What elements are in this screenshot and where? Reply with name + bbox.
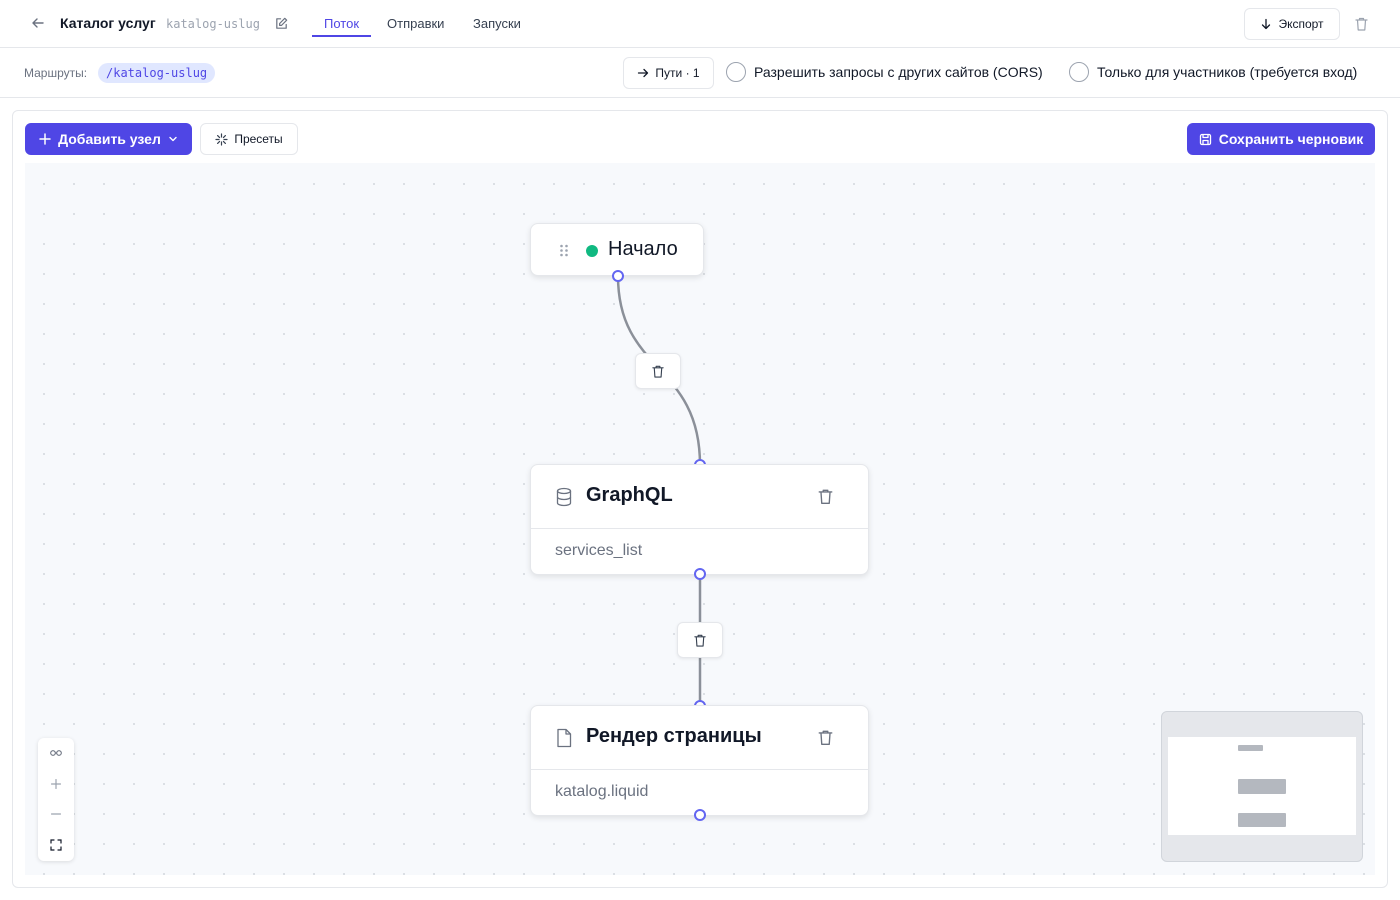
- edit-icon[interactable]: [274, 16, 289, 31]
- graphql-node-header: GraphQL: [531, 465, 868, 529]
- members-label: Только для участников (требуется вход): [1097, 64, 1358, 80]
- trash-icon: [694, 634, 706, 647]
- start-node[interactable]: Начало: [530, 223, 704, 276]
- render-node-title: Рендер страницы: [586, 725, 762, 747]
- paths-button[interactable]: Пути · 1: [623, 57, 714, 89]
- tab-runs[interactable]: Запуски: [473, 16, 521, 31]
- members-checkbox-box[interactable]: [1069, 62, 1089, 82]
- back-arrow-icon[interactable]: [30, 15, 46, 31]
- database-icon: [556, 487, 572, 507]
- minimap-start-node: [1238, 745, 1263, 751]
- zoom-in-button[interactable]: [38, 769, 74, 799]
- graphql-output-handle[interactable]: [694, 568, 706, 580]
- zoom-out-button[interactable]: [38, 799, 74, 829]
- arrow-down-icon: [1262, 18, 1271, 30]
- render-page-node[interactable]: Рендер страницы katalog.liquid: [530, 705, 869, 816]
- active-tab-indicator: [312, 35, 371, 37]
- graphql-node-title: GraphQL: [586, 484, 673, 506]
- flow-canvas[interactable]: Начало GraphQL services_list Рендер стра…: [25, 163, 1375, 875]
- delete-flow-icon[interactable]: [1354, 16, 1369, 32]
- add-node-button[interactable]: Добавить узел: [25, 123, 192, 155]
- export-label: Экспорт: [1278, 17, 1324, 31]
- flow-slug: katalog-uslug: [166, 17, 260, 31]
- members-only-checkbox[interactable]: Только для участников (требуется вход): [1069, 62, 1357, 82]
- chevron-down-icon: [169, 136, 177, 142]
- trash-icon: [652, 365, 664, 378]
- render-node-header: Рендер страницы: [531, 706, 868, 770]
- cors-label: Разрешить запросы с других сайтов (CORS): [754, 64, 1043, 80]
- link-icon: [50, 750, 62, 756]
- start-output-handle[interactable]: [612, 270, 624, 282]
- minimap[interactable]: [1161, 711, 1363, 862]
- cors-checkbox-box[interactable]: [726, 62, 746, 82]
- canvas-controls: [38, 738, 74, 861]
- toggle-interactivity-button[interactable]: [38, 738, 74, 768]
- routes-label: Маршруты:: [24, 66, 88, 80]
- arrow-right-icon: [638, 68, 649, 78]
- save-icon: [1199, 133, 1211, 145]
- drag-handle-icon[interactable]: [559, 244, 569, 257]
- minimap-graphql-node: [1238, 779, 1286, 794]
- tab-submissions[interactable]: Отправки: [387, 16, 444, 31]
- fullscreen-icon: [50, 839, 62, 851]
- paths-label: Пути · 1: [655, 66, 700, 80]
- graphql-node[interactable]: GraphQL services_list: [530, 464, 869, 575]
- render-node-template: katalog.liquid: [555, 783, 649, 800]
- graphql-node-query: services_list: [555, 542, 643, 559]
- status-dot: [586, 245, 598, 257]
- route-chip[interactable]: /katalog-uslug: [98, 63, 216, 83]
- delete-node-icon[interactable]: [817, 728, 834, 747]
- plus-icon: [39, 133, 51, 145]
- presets-label: Пресеты: [234, 132, 283, 146]
- routes-bar: Маршруты: /katalog-uslug Пути · 1 Разреш…: [0, 48, 1400, 98]
- presets-button[interactable]: Пресеты: [200, 123, 298, 155]
- save-draft-button[interactable]: Сохранить черновик: [1187, 123, 1375, 155]
- minus-icon: [51, 813, 61, 815]
- delete-edge-button[interactable]: [635, 353, 681, 389]
- minimap-render-node: [1238, 813, 1286, 827]
- start-node-label: Начало: [608, 238, 678, 260]
- fit-view-button[interactable]: [38, 830, 74, 860]
- cors-checkbox[interactable]: Разрешить запросы с других сайтов (CORS): [726, 62, 1043, 82]
- save-draft-label: Сохранить черновик: [1218, 131, 1364, 147]
- render-output-handle[interactable]: [694, 809, 706, 821]
- add-node-label: Добавить узел: [58, 131, 161, 147]
- page-title: Каталог услуг: [60, 15, 156, 31]
- export-button[interactable]: Экспорт: [1244, 8, 1340, 40]
- delete-node-icon[interactable]: [817, 487, 834, 506]
- delete-edge-button[interactable]: [677, 622, 723, 658]
- plus-icon: [51, 779, 61, 789]
- tab-flow[interactable]: Поток: [324, 16, 359, 31]
- top-bar: Каталог услуг katalog-uslug Поток Отправ…: [0, 0, 1400, 48]
- file-icon: [557, 728, 572, 748]
- sparkle-icon: [215, 132, 228, 146]
- minimap-viewport: [1168, 737, 1356, 835]
